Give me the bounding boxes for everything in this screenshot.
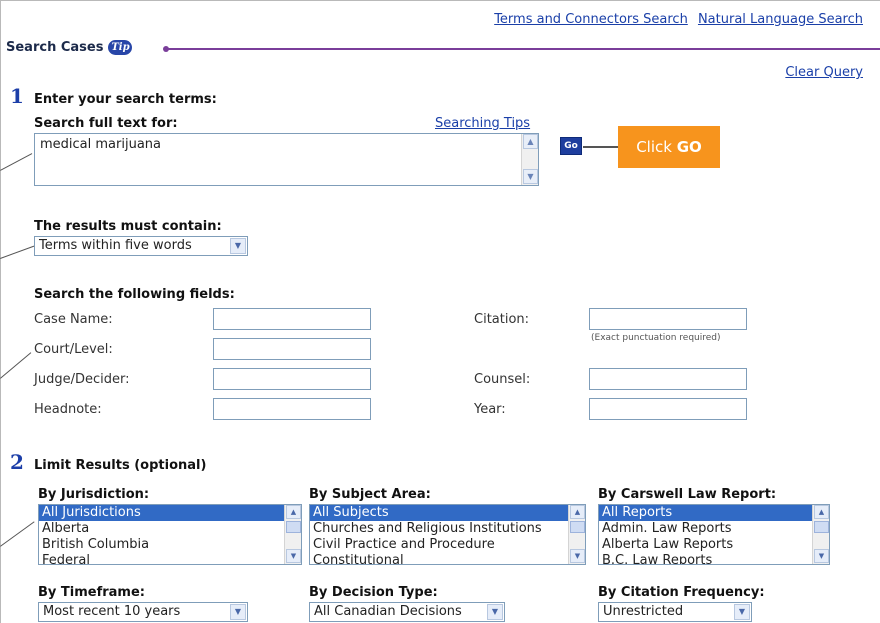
step-2-number: 2	[10, 450, 24, 474]
search-query-text: medical marijuana	[40, 137, 161, 152]
list-option[interactable]: Federal	[39, 553, 301, 564]
step-2-heading: Limit Results (optional)	[34, 458, 207, 473]
chevron-down-icon: ▼	[487, 604, 503, 620]
decision-type-select[interactable]: All Canadian Decisions ▼	[309, 602, 505, 622]
chevron-down-icon: ▼	[230, 604, 246, 620]
section-title-row: Search Cases Tip	[6, 40, 133, 55]
scroll-thumb[interactable]	[286, 521, 301, 533]
results-contain-heading: The results must contain:	[34, 219, 222, 234]
citation-label: Citation:	[474, 312, 530, 327]
search-full-text-label: Search full text for:	[34, 116, 178, 131]
court-level-input[interactable]	[213, 338, 371, 360]
report-scrollbar[interactable]: ▲ ▼	[812, 505, 829, 564]
citation-hint: (Exact punctuation required)	[591, 333, 721, 343]
scroll-up-icon[interactable]: ▲	[286, 505, 301, 519]
citation-frequency-label: By Citation Frequency:	[598, 585, 765, 600]
step-1-heading: Enter your search terms:	[34, 92, 217, 107]
counsel-label: Counsel:	[474, 372, 531, 387]
section-divider	[165, 48, 880, 50]
list-option[interactable]: Constitutional	[310, 553, 585, 564]
list-option[interactable]: Civil Practice and Procedure	[310, 537, 585, 553]
textarea-scrollbar[interactable]: ▲ ▼	[521, 134, 538, 185]
jurisdiction-label: By Jurisdiction:	[38, 487, 150, 502]
go-button[interactable]: Go	[560, 137, 582, 155]
list-option[interactable]: All Jurisdictions	[39, 505, 301, 521]
case-name-label: Case Name:	[34, 312, 113, 327]
callout-bold: GO	[676, 138, 702, 156]
chevron-down-icon: ▼	[734, 604, 750, 620]
list-option[interactable]: Alberta	[39, 521, 301, 537]
headnote-input[interactable]	[213, 398, 371, 420]
counsel-input[interactable]	[589, 368, 747, 390]
timeframe-label: By Timeframe:	[38, 585, 145, 600]
list-option[interactable]: All Subjects	[310, 505, 585, 521]
case-name-input[interactable]	[213, 308, 371, 330]
list-option[interactable]: British Columbia	[39, 537, 301, 553]
search-type-links: Terms and Connectors Search Natural Lang…	[488, 12, 863, 27]
judge-label: Judge/Decider:	[34, 372, 130, 387]
scroll-down-icon[interactable]: ▼	[523, 169, 538, 184]
section-title: Search Cases	[6, 40, 104, 55]
clear-query-link[interactable]: Clear Query	[785, 65, 863, 80]
law-report-listbox[interactable]: All Reports Admin. Law Reports Alberta L…	[598, 504, 830, 565]
scroll-down-icon[interactable]: ▼	[814, 549, 829, 563]
list-option[interactable]: B.C. Law Reports	[599, 553, 829, 564]
year-label: Year:	[474, 402, 506, 417]
natural-language-link[interactable]: Natural Language Search	[698, 12, 863, 27]
list-option[interactable]: Admin. Law Reports	[599, 521, 829, 537]
subject-scrollbar[interactable]: ▲ ▼	[568, 505, 585, 564]
headnote-label: Headnote:	[34, 402, 102, 417]
jurisdiction-scrollbar[interactable]: ▲ ▼	[284, 505, 301, 564]
terms-connectors-link[interactable]: Terms and Connectors Search	[494, 12, 688, 27]
timeframe-select[interactable]: Most recent 10 years ▼	[38, 602, 248, 622]
decision-type-label: By Decision Type:	[309, 585, 438, 600]
decision-type-value: All Canadian Decisions	[314, 604, 462, 619]
scroll-down-icon[interactable]: ▼	[570, 549, 585, 563]
year-input[interactable]	[589, 398, 747, 420]
scroll-up-icon[interactable]: ▲	[570, 505, 585, 519]
timeframe-value: Most recent 10 years	[43, 604, 181, 619]
step-1-number: 1	[10, 84, 24, 108]
callout-prefix: Click	[636, 138, 677, 156]
fields-heading: Search the following fields:	[34, 287, 235, 302]
scroll-thumb[interactable]	[570, 521, 585, 533]
citation-frequency-value: Unrestricted	[603, 604, 684, 619]
jurisdiction-listbox[interactable]: All Jurisdictions Alberta British Columb…	[38, 504, 302, 565]
list-option[interactable]: Alberta Law Reports	[599, 537, 829, 553]
scroll-up-icon[interactable]: ▲	[523, 134, 538, 149]
law-report-label: By Carswell Law Report:	[598, 487, 777, 502]
subject-area-listbox[interactable]: All Subjects Churches and Religious Inst…	[309, 504, 586, 565]
search-textarea[interactable]: medical marijuana ▲ ▼	[34, 133, 539, 186]
proximity-select-value: Terms within five words	[39, 238, 192, 253]
citation-frequency-select[interactable]: Unrestricted ▼	[598, 602, 752, 622]
list-option[interactable]: Churches and Religious Institutions	[310, 521, 585, 537]
scroll-down-icon[interactable]: ▼	[286, 549, 301, 563]
chevron-down-icon: ▼	[230, 238, 246, 254]
proximity-select[interactable]: Terms within five words ▼	[34, 236, 248, 256]
searching-tips-link[interactable]: Searching Tips	[435, 116, 530, 131]
scroll-up-icon[interactable]: ▲	[814, 505, 829, 519]
click-go-callout: Click GO	[618, 126, 720, 168]
court-level-label: Court/Level:	[34, 342, 113, 357]
list-option[interactable]: All Reports	[599, 505, 829, 521]
tip-icon[interactable]: Tip	[108, 40, 133, 55]
scroll-thumb[interactable]	[814, 521, 829, 533]
subject-area-label: By Subject Area:	[309, 487, 431, 502]
citation-input[interactable]	[589, 308, 747, 330]
judge-input[interactable]	[213, 368, 371, 390]
callout-connector	[583, 146, 619, 148]
